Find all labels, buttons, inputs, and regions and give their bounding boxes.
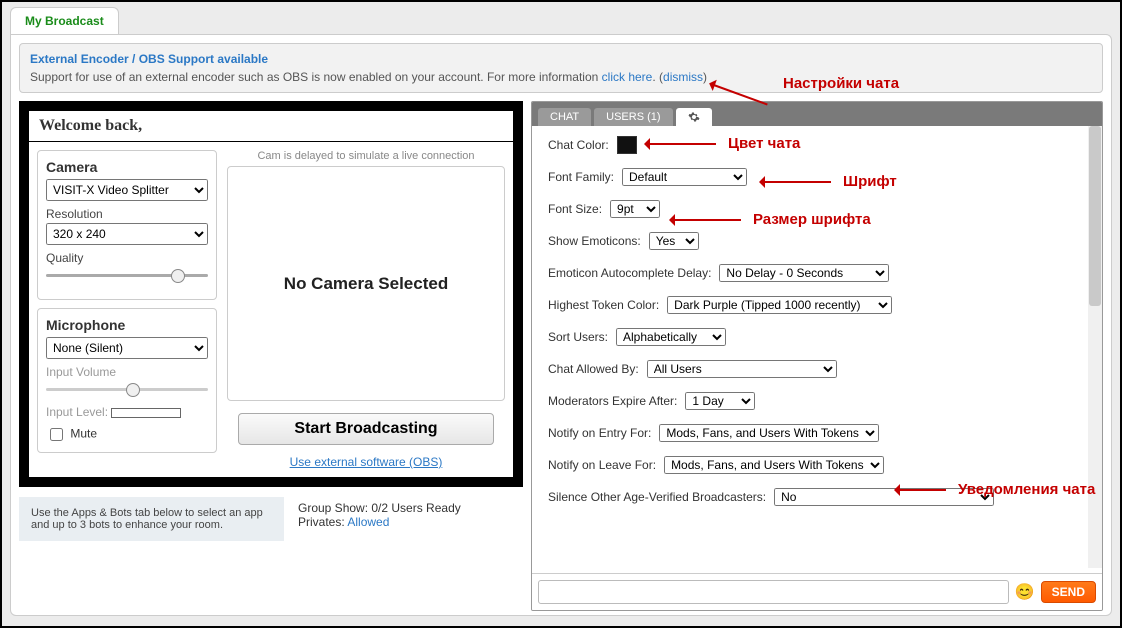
camera-select[interactable]: VISIT-X Video Splitter bbox=[46, 179, 208, 201]
emoticons-select[interactable]: Yes bbox=[649, 232, 699, 250]
obs-notice: External Encoder / OBS Support available… bbox=[19, 43, 1103, 93]
settings-scrollbar[interactable] bbox=[1088, 126, 1102, 568]
token-color-select[interactable]: Dark Purple (Tipped 1000 recently) bbox=[667, 296, 892, 314]
mic-volume-slider[interactable] bbox=[46, 381, 208, 399]
mute-checkbox[interactable] bbox=[50, 428, 63, 441]
notice-title: External Encoder / OBS Support available bbox=[30, 52, 1092, 66]
camera-box: Camera VISIT-X Video Splitter Resolution… bbox=[37, 150, 217, 300]
start-broadcast-button[interactable]: Start Broadcasting bbox=[238, 413, 494, 445]
font-family-select[interactable]: Default bbox=[622, 168, 747, 186]
notify-entry-label: Notify on Entry For: bbox=[548, 426, 651, 440]
notify-leave-select[interactable]: Mods, Fans, and Users With Tokens bbox=[664, 456, 884, 474]
use-obs-link[interactable]: Use external software (OBS) bbox=[290, 455, 443, 469]
resolution-select[interactable]: 320 x 240 bbox=[46, 223, 208, 245]
delay-text: Cam is delayed to simulate a live connec… bbox=[257, 150, 474, 162]
notice-text: Support for use of an external encoder s… bbox=[30, 70, 1092, 84]
notice-dismiss[interactable]: dismiss bbox=[663, 70, 703, 84]
notice-link[interactable]: click here bbox=[602, 70, 653, 84]
autocomplete-select[interactable]: No Delay - 0 Seconds bbox=[719, 264, 889, 282]
chat-color-label: Chat Color: bbox=[548, 138, 609, 152]
chat-input[interactable] bbox=[538, 580, 1009, 604]
mic-level-meter bbox=[111, 408, 181, 418]
hint-box: Use the Apps & Bots tab below to select … bbox=[19, 497, 284, 541]
group-status: Group Show: 0/2 Users Ready bbox=[298, 501, 461, 515]
mute-label: Mute bbox=[70, 427, 97, 441]
main-tab[interactable]: My Broadcast bbox=[10, 7, 119, 35]
mods-expire-label: Moderators Expire After: bbox=[548, 394, 677, 408]
welcome-text: Welcome back, bbox=[29, 111, 513, 142]
font-size-select[interactable]: 9pt bbox=[610, 200, 660, 218]
send-button[interactable]: SEND bbox=[1041, 581, 1096, 603]
sort-users-select[interactable]: Alphabetically bbox=[616, 328, 726, 346]
tab-chat[interactable]: CHAT bbox=[538, 108, 591, 126]
chat-allowed-label: Chat Allowed By: bbox=[548, 362, 639, 376]
tab-settings[interactable] bbox=[676, 108, 712, 126]
emoji-icon[interactable]: 😊 bbox=[1015, 582, 1035, 602]
camera-preview: No Camera Selected bbox=[227, 166, 505, 401]
notify-entry-select[interactable]: Mods, Fans, and Users With Tokens bbox=[659, 424, 879, 442]
mods-expire-select[interactable]: 1 Day bbox=[685, 392, 755, 410]
silence-select[interactable]: No bbox=[774, 488, 994, 506]
token-color-label: Highest Token Color: bbox=[548, 298, 659, 312]
status-box: Group Show: 0/2 Users Ready Privates: Al… bbox=[298, 497, 461, 541]
chat-allowed-select[interactable]: All Users bbox=[647, 360, 837, 378]
tab-users[interactable]: USERS (1) bbox=[594, 108, 672, 126]
sort-users-label: Sort Users: bbox=[548, 330, 608, 344]
autocomplete-label: Emoticon Autocomplete Delay: bbox=[548, 266, 711, 280]
gear-icon bbox=[688, 111, 700, 123]
mic-volume-label: Input Volume bbox=[46, 365, 208, 379]
mic-level-row: Input Level: bbox=[46, 405, 208, 419]
quality-label: Quality bbox=[46, 251, 208, 265]
emoticons-label: Show Emoticons: bbox=[548, 234, 641, 248]
resolution-label: Resolution bbox=[46, 207, 208, 221]
font-family-label: Font Family: bbox=[548, 170, 614, 184]
privates-link[interactable]: Allowed bbox=[347, 515, 389, 529]
silence-label: Silence Other Age-Verified Broadcasters: bbox=[548, 490, 766, 504]
font-size-label: Font Size: bbox=[548, 202, 602, 216]
notify-leave-label: Notify on Leave For: bbox=[548, 458, 656, 472]
mic-select[interactable]: None (Silent) bbox=[46, 337, 208, 359]
camera-title: Camera bbox=[46, 159, 208, 175]
chat-color-swatch[interactable] bbox=[617, 136, 637, 154]
mic-box: Microphone None (Silent) Input Volume bbox=[37, 308, 217, 453]
mic-title: Microphone bbox=[46, 317, 208, 333]
quality-slider[interactable] bbox=[46, 267, 208, 285]
